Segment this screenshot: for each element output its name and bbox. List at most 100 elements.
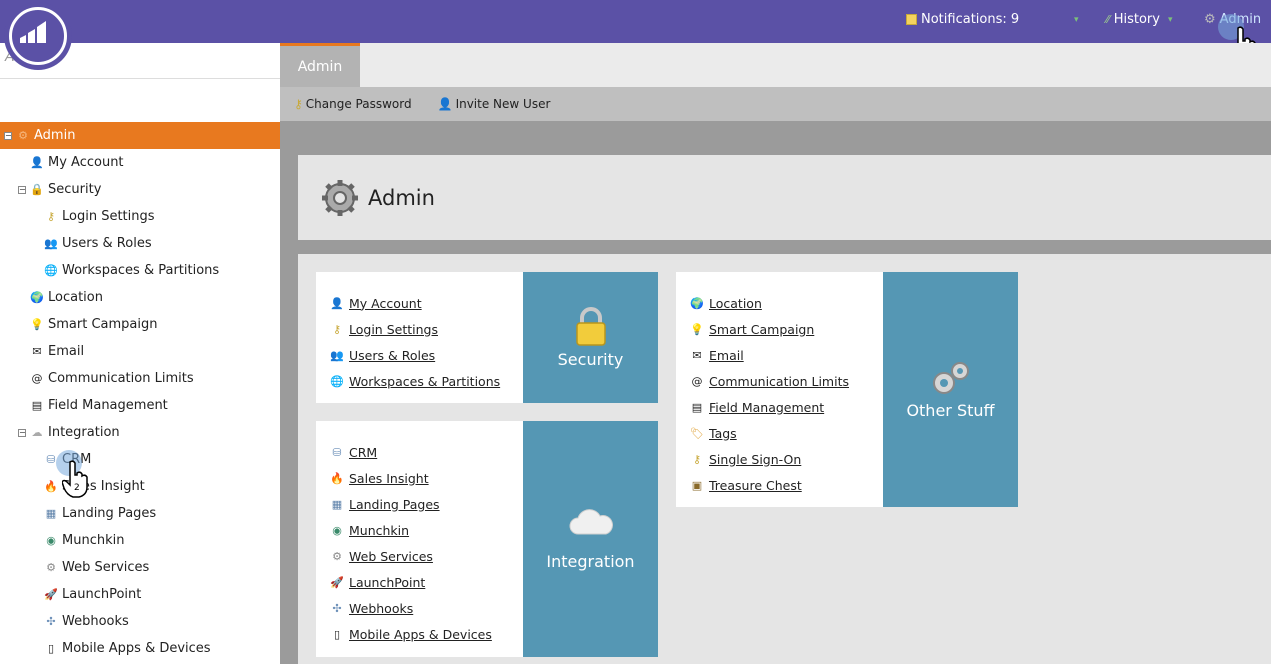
tree-item-label: Login Settings [62,209,155,224]
page-icon: ▦ [45,507,57,520]
tree-item-label: Security [48,182,102,197]
tree-item-landing-pages[interactable]: ▦ Landing Pages [0,500,280,527]
person-icon: 👤 [330,296,344,310]
database-icon: ⛁ [332,445,342,459]
tree-item-launchpoint[interactable]: 🚀 LaunchPoint [0,581,280,608]
link-web-services[interactable]: Web Services [349,549,433,564]
padlock-icon [575,307,606,346]
invite-user-label: Invite New User [455,97,551,111]
tree-item-email[interactable]: ✉ Email [0,338,280,365]
notifications-button[interactable]: Notifications: 9 [906,12,1019,27]
key-icon: ⚷ [294,97,303,111]
fire-icon: 🔥 [44,480,58,493]
gears-icon [932,362,969,394]
link-tags[interactable]: Tags [709,426,737,441]
tree-item-location[interactable]: 🌍 Location [0,284,280,311]
notifications-chevron-icon[interactable]: ▾ [1074,15,1079,25]
tree-item-sales-insight[interactable]: 🔥 Sales Insight [0,473,280,500]
mobile-icon: ▯ [333,627,341,641]
tree-item-crm[interactable]: ⛁ CRM [0,446,280,473]
gear-icon: ⚙ [1204,12,1216,27]
tree-item-label: Mobile Apps & Devices [62,641,211,656]
collapse-icon[interactable]: − [18,428,26,437]
link-workspaces[interactable]: Workspaces & Partitions [349,374,500,389]
lock-icon: 🔒 [30,183,44,196]
integration-tile[interactable]: Integration [523,421,658,657]
notification-icon [906,14,917,25]
munchkin-icon: ◉ [46,534,56,547]
tree-item-webhooks[interactable]: ✣ Webhooks [0,608,280,635]
tree-item-field-management[interactable]: ▤ Field Management [0,392,280,419]
tree-item-label: Webhooks [62,614,129,629]
marketo-logo[interactable] [4,2,72,70]
link-launchpoint[interactable]: LaunchPoint [349,575,425,590]
at-icon: @ [31,372,43,385]
webhook-icon: ✣ [46,615,56,628]
fields-icon: ▤ [691,400,703,414]
link-munchkin[interactable]: Munchkin [349,523,409,538]
tree-item-admin[interactable]: − ⚙ Admin [0,122,280,149]
collapse-icon[interactable]: − [4,131,12,140]
fields-icon: ▤ [31,399,43,412]
link-my-account[interactable]: My Account [349,296,422,311]
link-login-settings[interactable]: Login Settings [349,322,438,337]
tab-admin[interactable]: Admin [280,43,360,87]
gear-icon [322,179,358,216]
tree-item-communication-limits[interactable]: @ Communication Limits [0,365,280,392]
link-location[interactable]: Location [709,296,762,311]
tree-item-integration[interactable]: − ☁ Integration [0,419,280,446]
tree-item-users-roles[interactable]: 👥 Users & Roles [0,230,280,257]
security-tile[interactable]: Security [523,272,658,403]
tab-label: Admin [297,58,343,75]
change-password-button[interactable]: ⚷ Change Password [294,97,412,111]
at-icon: @ [691,374,703,388]
link-sales-insight[interactable]: Sales Insight [349,471,429,486]
webhook-icon: ✣ [332,601,342,615]
tree-item-workspaces[interactable]: 🌐 Workspaces & Partitions [0,257,280,284]
tree-item-security[interactable]: − 🔒 Security [0,176,280,203]
webservices-icon: ⚙ [332,549,342,563]
invite-user-button[interactable]: 👤 Invite New User [438,97,551,111]
link-crm[interactable]: CRM [349,445,377,460]
cloud-icon: ☁ [31,426,43,439]
title-panel: Admin [298,155,1271,240]
tree-item-my-account[interactable]: 👤 My Account [0,149,280,176]
fire-icon: 🔥 [330,471,344,485]
tree-item-label: Landing Pages [62,506,157,521]
link-treasure-chest[interactable]: Treasure Chest [709,478,802,493]
key-icon: ⚷ [332,322,342,336]
link-mobile-apps[interactable]: Mobile Apps & Devices [349,627,492,642]
users-icon: 👥 [330,348,344,362]
tree-item-label: My Account [48,155,124,170]
email-icon: ✉ [692,348,702,362]
tree-item-label: LaunchPoint [62,587,142,602]
link-communication-limits[interactable]: Communication Limits [709,374,849,389]
collapse-icon[interactable]: − [18,185,26,194]
person-icon: 👤 [30,156,44,169]
tree-item-login-settings[interactable]: ⚷ Login Settings [0,203,280,230]
change-password-label: Change Password [305,97,412,111]
user-add-icon: 👤 [437,97,453,111]
page-icon: ▦ [331,497,343,511]
link-single-sign-on[interactable]: Single Sign-On [709,452,801,467]
tree-item-label: Smart Campaign [48,317,158,332]
link-landing-pages[interactable]: Landing Pages [349,497,440,512]
tab-strip [280,43,1271,87]
history-button[interactable]: ⁄⁄ History ▾ [1106,12,1172,27]
webservices-icon: ⚙ [46,561,56,574]
tree-item-label: Integration [48,425,120,440]
history-icon: ⁄⁄ [1106,13,1110,26]
other-stuff-tile[interactable]: Other Stuff [883,272,1018,507]
tree-item-smart-campaign[interactable]: 💡 Smart Campaign [0,311,280,338]
top-bar [0,0,1271,43]
link-field-management[interactable]: Field Management [709,400,824,415]
other-stuff-tile-label: Other Stuff [906,401,995,420]
link-webhooks[interactable]: Webhooks [349,601,413,616]
tree-item-web-services[interactable]: ⚙ Web Services [0,554,280,581]
history-chevron-icon: ▾ [1167,14,1173,25]
link-smart-campaign[interactable]: Smart Campaign [709,322,814,337]
link-email[interactable]: Email [709,348,744,363]
tree-item-munchkin[interactable]: ◉ Munchkin [0,527,280,554]
link-users-roles[interactable]: Users & Roles [349,348,435,363]
tree-item-mobile-apps[interactable]: ▯ Mobile Apps & Devices [0,635,280,662]
